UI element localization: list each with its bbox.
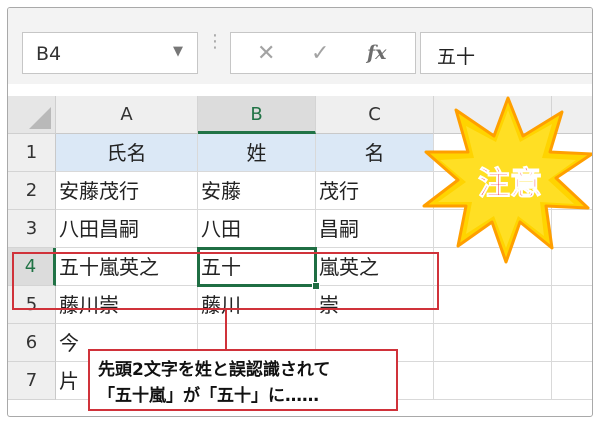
cell-b3[interactable]: 八田: [198, 210, 316, 248]
chevron-down-icon[interactable]: ▼: [173, 44, 183, 59]
cell-e5[interactable]: [552, 286, 592, 324]
caution-text: 注意: [478, 164, 542, 202]
cell-d5[interactable]: [434, 286, 552, 324]
cell-d7[interactable]: [434, 362, 552, 400]
formula-buttons: ✕ ✓ fx: [230, 32, 416, 74]
row-header-3[interactable]: 3: [8, 210, 56, 248]
row-header-2[interactable]: 2: [8, 172, 56, 210]
insert-function-icon[interactable]: fx: [367, 42, 387, 64]
callout-line-1: 先頭2文字を姓と誤認識されて: [98, 360, 331, 380]
row-highlight-box: [12, 252, 439, 310]
cell-b1[interactable]: 姓: [198, 134, 316, 172]
row-header-1[interactable]: 1: [8, 134, 56, 172]
cell-b2[interactable]: 安藤: [198, 172, 316, 210]
select-all-button[interactable]: [8, 96, 56, 134]
caution-burst-badge: 注意: [422, 96, 592, 264]
callout-line-2: 「五十嵐」が「五十」に……: [98, 386, 319, 406]
cell-a1[interactable]: 氏名: [56, 134, 198, 172]
formula-bar: B4 ▼ ⋮ ✕ ✓ fx 五十: [8, 8, 592, 84]
drag-handle-icon[interactable]: ⋮: [206, 33, 224, 51]
callout-connector: [225, 309, 227, 351]
row-header-6[interactable]: 6: [8, 324, 56, 362]
column-header-a[interactable]: A: [56, 96, 198, 134]
column-header-c[interactable]: C: [316, 96, 434, 134]
cell-a3[interactable]: 八田昌嗣: [56, 210, 198, 248]
cell-c1[interactable]: 名: [316, 134, 434, 172]
cell-e7[interactable]: [552, 362, 592, 400]
name-box-value: B4: [36, 43, 62, 65]
cell-a2[interactable]: 安藤茂行: [56, 172, 198, 210]
check-icon[interactable]: ✓: [311, 41, 329, 66]
cell-c3[interactable]: 昌嗣: [316, 210, 434, 248]
cancel-icon[interactable]: ✕: [257, 41, 275, 66]
cell-d6[interactable]: [434, 324, 552, 362]
column-header-b[interactable]: B: [198, 96, 316, 134]
row-header-7[interactable]: 7: [8, 362, 56, 400]
cell-c2[interactable]: 茂行: [316, 172, 434, 210]
spreadsheet-window: B4 ▼ ⋮ ✕ ✓ fx 五十 A B C 1 氏名 姓 名 2 安藤茂行 安…: [7, 7, 593, 417]
cell-e6[interactable]: [552, 324, 592, 362]
formula-value: 五十: [437, 46, 476, 68]
formula-input[interactable]: 五十: [420, 32, 592, 74]
annotation-callout: 先頭2文字を姓と誤認識されて 「五十嵐」が「五十」に……: [88, 349, 398, 411]
name-box[interactable]: B4 ▼: [22, 32, 198, 74]
